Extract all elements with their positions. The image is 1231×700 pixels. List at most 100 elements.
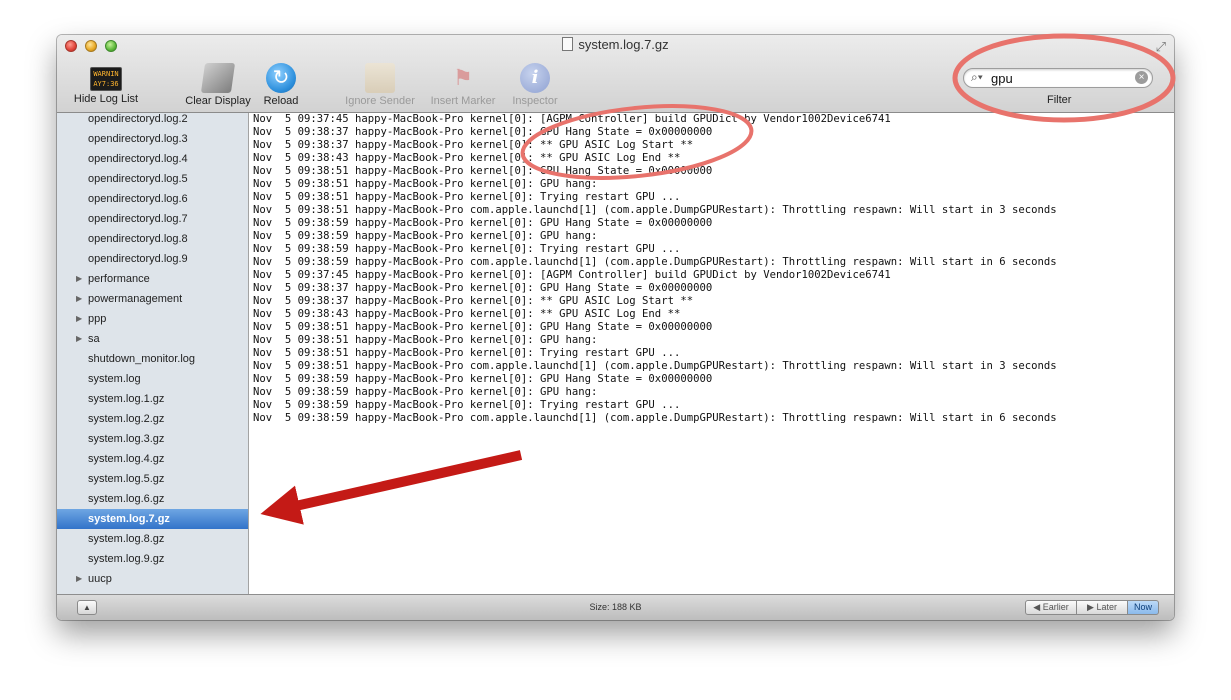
search-input[interactable] [991, 70, 1131, 86]
sidebar-item[interactable]: system.log.3.gz [57, 429, 248, 449]
sidebar-item[interactable]: opendirectoryd.log.5 [57, 169, 248, 189]
sidebar-item[interactable]: opendirectoryd.log.4 [57, 149, 248, 169]
sidebar-item-label: system.log [88, 373, 141, 385]
disclosure-triangle-icon[interactable]: ▶ [76, 269, 82, 289]
ignore-sender-button[interactable]: Ignore Sender [342, 63, 418, 107]
log-line[interactable]: Nov 5 09:38:51 happy-MacBook-Pro kernel[… [253, 321, 712, 334]
log-line[interactable]: Nov 5 09:38:59 happy-MacBook-Pro kernel[… [253, 373, 712, 386]
log-line[interactable]: Nov 5 09:38:51 happy-MacBook-Pro kernel[… [253, 191, 680, 204]
sidebar-item-label: system.log.1.gz [88, 393, 165, 405]
sidebar-item-label: shutdown_monitor.log [88, 353, 196, 365]
clear-display-button[interactable]: Clear Display [182, 63, 254, 107]
sidebar-item[interactable]: shutdown_monitor.log [57, 349, 248, 369]
later-label: Later [1096, 602, 1117, 612]
earlier-label: Earlier [1042, 602, 1069, 612]
sidebar-item-label: powermanagement [88, 293, 183, 305]
sidebar-item[interactable]: ▶ performance [57, 269, 248, 289]
sidebar-item[interactable]: system.log.9.gz [57, 549, 248, 569]
hide-log-list-button[interactable]: WARNIN AY7:36 Hide Log List [68, 63, 144, 105]
log-line[interactable]: Nov 5 09:38:59 happy-MacBook-Pro com.app… [253, 256, 1057, 269]
disclosure-triangle-icon[interactable]: ▶ [76, 329, 82, 349]
sidebar-item[interactable]: system.log.8.gz [57, 529, 248, 549]
sidebar-item[interactable]: opendirectoryd.log.7 [57, 209, 248, 229]
sidebar-item-label: system.log.9.gz [88, 553, 165, 565]
sidebar-item[interactable]: system.log.1.gz [57, 389, 248, 409]
insert-marker-button[interactable]: ⚑ Insert Marker [427, 63, 499, 107]
log-line[interactable]: Nov 5 09:38:37 happy-MacBook-Pro kernel[… [253, 282, 712, 295]
sidebar-item[interactable]: system.log.5.gz [57, 469, 248, 489]
window-title-bar: system.log.7.gz [57, 37, 1174, 52]
console-window: system.log.7.gz ⤢ WARNIN AY7:36 Hide Log… [57, 35, 1174, 620]
sidebar-item[interactable]: ▶ sa [57, 329, 248, 349]
clear-display-icon [200, 63, 236, 93]
clear-search-icon[interactable]: × [1135, 71, 1148, 84]
log-line[interactable]: Nov 5 09:38:59 happy-MacBook-Pro kernel[… [253, 230, 597, 243]
log-line[interactable]: Nov 5 09:38:51 happy-MacBook-Pro kernel[… [253, 165, 712, 178]
filter-label: Filter [1047, 94, 1072, 106]
log-line[interactable]: Nov 5 09:37:45 happy-MacBook-Pro kernel[… [253, 113, 891, 126]
log-line[interactable]: Nov 5 09:37:45 happy-MacBook-Pro kernel[… [253, 269, 891, 282]
log-line[interactable]: Nov 5 09:38:37 happy-MacBook-Pro kernel[… [253, 139, 693, 152]
log-line[interactable]: Nov 5 09:38:37 happy-MacBook-Pro kernel[… [253, 126, 712, 139]
sidebar-item-label: opendirectoryd.log.7 [88, 213, 188, 225]
reload-icon: ↻ [266, 63, 296, 93]
sidebar-item[interactable]: system.log.7.gz [57, 509, 248, 529]
later-button[interactable]: ▶ Later [1076, 600, 1128, 615]
sidebar-item[interactable]: system.log.6.gz [57, 489, 248, 509]
sidebar-item-label: system.log.3.gz [88, 433, 165, 445]
log-size: Size: 188 KB [589, 602, 642, 612]
sidebar-item[interactable]: opendirectoryd.log.8 [57, 229, 248, 249]
reload-label: Reload [263, 95, 299, 107]
document-icon [562, 37, 574, 51]
sidebar-item-label: opendirectoryd.log.3 [88, 133, 188, 145]
search-field[interactable]: ⌕▾ × [963, 68, 1153, 88]
sidebar-item-label: system.log.8.gz [88, 533, 165, 545]
sidebar-item[interactable]: ▶ powermanagement [57, 289, 248, 309]
log-line[interactable]: Nov 5 09:38:51 happy-MacBook-Pro kernel[… [253, 334, 597, 347]
log-line[interactable]: Nov 5 09:38:59 happy-MacBook-Pro kernel[… [253, 386, 597, 399]
log-line[interactable]: Nov 5 09:38:59 happy-MacBook-Pro kernel[… [253, 243, 680, 256]
log-message-view[interactable]: Nov 5 09:37:45 happy-MacBook-Pro kernel[… [249, 113, 1174, 594]
console-icon: WARNIN AY7:36 [90, 67, 122, 91]
reload-button[interactable]: ↻ Reload [261, 63, 301, 107]
sidebar-item[interactable]: system.log.2.gz [57, 409, 248, 429]
sidebar-item[interactable]: system.log.4.gz [57, 449, 248, 469]
sidebar-item-label: system.log.7.gz [88, 513, 170, 525]
log-list-sidebar[interactable]: opendirectoryd.log.2 opendirectoryd.log.3… [57, 113, 249, 594]
sidebar-item[interactable]: system.log [57, 369, 248, 389]
sidebar-item-label: uucp [88, 573, 112, 585]
now-button[interactable]: Now [1127, 600, 1159, 615]
log-line[interactable]: Nov 5 09:38:43 happy-MacBook-Pro kernel[… [253, 308, 680, 321]
log-line[interactable]: Nov 5 09:38:51 happy-MacBook-Pro kernel[… [253, 178, 597, 191]
earlier-button[interactable]: ◀ Earlier [1025, 600, 1077, 615]
ignore-sender-label: Ignore Sender [345, 95, 415, 107]
log-line[interactable]: Nov 5 09:38:59 happy-MacBook-Pro com.app… [253, 412, 1057, 425]
log-line[interactable]: Nov 5 09:38:51 happy-MacBook-Pro com.app… [253, 204, 1057, 217]
sidebar-item-label: system.log.5.gz [88, 473, 165, 485]
window-title: system.log.7.gz [578, 37, 669, 52]
inspector-button[interactable]: i Inspector [508, 63, 562, 107]
fullscreen-icon[interactable]: ⤢ [1156, 39, 1166, 55]
log-line[interactable]: Nov 5 09:38:51 happy-MacBook-Pro com.app… [253, 360, 1057, 373]
disclosure-triangle-icon[interactable]: ▶ [76, 289, 82, 309]
sidebar-item[interactable]: opendirectoryd.log.6 [57, 189, 248, 209]
sidebar-item-label: opendirectoryd.log.2 [88, 113, 188, 125]
sidebar-item-label: performance [88, 273, 150, 285]
log-line[interactable]: Nov 5 09:38:43 happy-MacBook-Pro kernel[… [253, 152, 680, 165]
sidebar-item-label: opendirectoryd.log.6 [88, 193, 188, 205]
sidebar-item-label: opendirectoryd.log.5 [88, 173, 188, 185]
log-line[interactable]: Nov 5 09:38:59 happy-MacBook-Pro kernel[… [253, 217, 712, 230]
ignore-sender-icon [365, 63, 395, 93]
now-label: Now [1133, 602, 1152, 612]
sidebar-item[interactable]: ▶ uucp [57, 569, 248, 589]
search-icon[interactable]: ⌕▾ [971, 70, 983, 85]
sidebar-item[interactable]: opendirectoryd.log.2 [57, 113, 248, 129]
disclosure-triangle-icon[interactable]: ▶ [76, 309, 82, 329]
log-line[interactable]: Nov 5 09:38:59 happy-MacBook-Pro kernel[… [253, 399, 680, 412]
sidebar-item[interactable]: opendirectoryd.log.9 [57, 249, 248, 269]
log-line[interactable]: Nov 5 09:38:37 happy-MacBook-Pro kernel[… [253, 295, 693, 308]
sidebar-item[interactable]: opendirectoryd.log.3 [57, 129, 248, 149]
disclosure-triangle-icon[interactable]: ▶ [76, 569, 82, 589]
log-line[interactable]: Nov 5 09:38:51 happy-MacBook-Pro kernel[… [253, 347, 680, 360]
sidebar-item[interactable]: ▶ ppp [57, 309, 248, 329]
